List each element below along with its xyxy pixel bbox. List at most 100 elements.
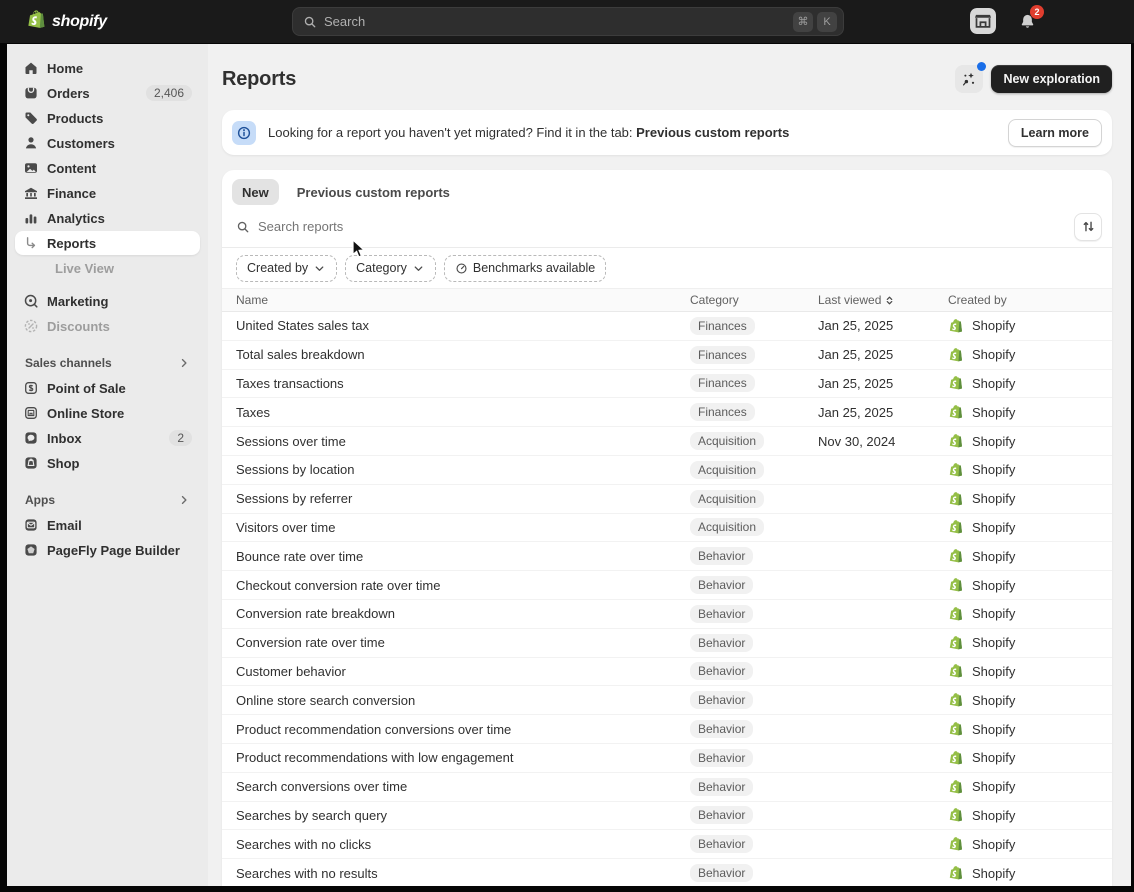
last-viewed-date: Jan 25, 2025 (818, 318, 948, 333)
created-by-cell: Shopify (948, 462, 1112, 478)
table-row[interactable]: Searches with no resultsBehaviorShopify (222, 859, 1112, 886)
notification-badge: 2 (1030, 5, 1044, 19)
table-row[interactable]: Total sales breakdownFinancesJan 25, 202… (222, 341, 1112, 370)
report-name[interactable]: Searches with no clicks (236, 837, 690, 852)
table-row[interactable]: Customer behaviorBehaviorShopify (222, 658, 1112, 687)
category-badge: Finances (690, 403, 755, 421)
sidebar-item-marketing[interactable]: Marketing (15, 289, 200, 313)
shopify-logo[interactable]: shopify (26, 9, 107, 35)
analytics-icon (23, 210, 39, 226)
report-name[interactable]: Search conversions over time (236, 779, 690, 794)
sidebar-item-email[interactable]: Email (15, 513, 200, 537)
table-row[interactable]: Sessions by referrerAcquisitionShopify (222, 485, 1112, 514)
new-exploration-button[interactable]: New exploration (991, 65, 1112, 93)
report-name[interactable]: Searches with no results (236, 866, 690, 881)
report-name[interactable]: Taxes transactions (236, 376, 690, 391)
category-badge: Acquisition (690, 490, 764, 508)
shopify-bag-icon (948, 692, 964, 708)
sidebar-item-online-store[interactable]: Online Store (15, 401, 200, 425)
report-name[interactable]: Visitors over time (236, 520, 690, 535)
main-content: Reports New exploration Looking for a re… (208, 44, 1131, 886)
online-store-icon (23, 405, 39, 421)
report-name[interactable]: Sessions by location (236, 462, 690, 477)
column-category[interactable]: Category (690, 293, 818, 307)
table-row[interactable]: Visitors over timeAcquisitionShopify (222, 514, 1112, 543)
sidebar-item-finance[interactable]: Finance (15, 181, 200, 205)
sidebar-badge: 2 (169, 430, 192, 446)
sidebar-item-shop[interactable]: Shop (15, 451, 200, 475)
table-row[interactable]: Sessions over timeAcquisitionNov 30, 202… (222, 427, 1112, 456)
sidebar-item-content[interactable]: Content (15, 156, 200, 180)
table-row[interactable]: Searches by search queryBehaviorShopify (222, 802, 1112, 831)
category-badge: Behavior (690, 691, 753, 709)
tab-new[interactable]: New (232, 179, 279, 205)
report-name[interactable]: Checkout conversion rate over time (236, 578, 690, 593)
report-name[interactable]: Conversion rate over time (236, 635, 690, 650)
sidebar-item-analytics[interactable]: Analytics (15, 206, 200, 230)
column-last-viewed[interactable]: Last viewed (818, 293, 948, 307)
pos-icon (23, 380, 39, 396)
table-row[interactable]: Online store search conversionBehaviorSh… (222, 686, 1112, 715)
app-window: shopify Search ⌘ K 2 HomeOrders2,406Prod… (0, 0, 1134, 892)
sort-button[interactable] (1074, 213, 1102, 241)
report-name[interactable]: Conversion rate breakdown (236, 606, 690, 621)
report-name[interactable]: Bounce rate over time (236, 549, 690, 564)
sidebar-item-home[interactable]: Home (15, 56, 200, 80)
created-by-cell: Shopify (948, 548, 1112, 564)
report-name[interactable]: Sessions over time (236, 434, 690, 449)
table-row[interactable]: Conversion rate over timeBehaviorShopify (222, 629, 1112, 658)
category-badge: Behavior (690, 605, 753, 623)
category-badge: Finances (690, 374, 755, 392)
report-name[interactable]: Product recommendation conversions over … (236, 722, 690, 737)
sidebar-item-products[interactable]: Products (15, 106, 200, 130)
table-row[interactable]: Checkout conversion rate over timeBehavi… (222, 571, 1112, 600)
exploration-icon-button[interactable] (955, 65, 983, 93)
sidebar-item-point-of-sale[interactable]: Point of Sale (15, 376, 200, 400)
discounts-icon (23, 318, 39, 334)
column-name[interactable]: Name (236, 293, 690, 307)
column-created-by[interactable]: Created by (948, 293, 1112, 307)
sidebar-item-pagefly-page-builder[interactable]: PageFly Page Builder (15, 538, 200, 562)
learn-more-button[interactable]: Learn more (1008, 119, 1102, 147)
table-row[interactable]: Taxes transactionsFinancesJan 25, 2025Sh… (222, 370, 1112, 399)
table-row[interactable]: United States sales taxFinancesJan 25, 2… (222, 312, 1112, 341)
report-name[interactable]: Total sales breakdown (236, 347, 690, 362)
filter-chip-created-by[interactable]: Created by (236, 255, 337, 282)
sidebar-item-inbox[interactable]: Inbox2 (15, 426, 200, 450)
shopify-bag-icon (948, 433, 964, 449)
sidebar-item-orders[interactable]: Orders2,406 (15, 81, 200, 105)
table-row[interactable]: Product recommendations with low engagem… (222, 744, 1112, 773)
shopify-bag-icon (948, 347, 964, 363)
table-row[interactable]: TaxesFinancesJan 25, 2025Shopify (222, 398, 1112, 427)
table-row[interactable]: Conversion rate breakdownBehaviorShopify (222, 600, 1112, 629)
sidebar-item-reports[interactable]: Reports (15, 231, 200, 255)
report-name[interactable]: Online store search conversion (236, 693, 690, 708)
sidebar-section-apps[interactable]: Apps (15, 488, 200, 512)
filter-chip-category[interactable]: Category (345, 255, 436, 282)
table-row[interactable]: Product recommendation conversions over … (222, 715, 1112, 744)
report-name[interactable]: Customer behavior (236, 664, 690, 679)
report-name[interactable]: Searches by search query (236, 808, 690, 823)
category-badge: Behavior (690, 720, 753, 738)
notifications-button[interactable]: 2 (1014, 8, 1040, 34)
store-avatar[interactable] (970, 8, 996, 34)
tab-previous-custom-reports[interactable]: Previous custom reports (287, 179, 460, 205)
shopify-bag-icon (948, 635, 964, 651)
category-badge: Behavior (690, 662, 753, 680)
chevron-down-icon (412, 262, 425, 275)
global-search-input[interactable]: Search ⌘ K (292, 7, 844, 36)
report-name[interactable]: Sessions by referrer (236, 491, 690, 506)
sidebar-section-sales-channels[interactable]: Sales channels (15, 351, 200, 375)
table-row[interactable]: Sessions by locationAcquisitionShopify (222, 456, 1112, 485)
sidebar-item-customers[interactable]: Customers (15, 131, 200, 155)
report-name[interactable]: United States sales tax (236, 318, 690, 333)
reports-card: New Previous custom reports Search repor… (222, 170, 1112, 886)
report-search-input[interactable]: Search reports (222, 206, 1112, 248)
table-row[interactable]: Bounce rate over timeBehaviorShopify (222, 542, 1112, 571)
report-name[interactable]: Taxes (236, 405, 690, 420)
table-row[interactable]: Searches with no clicksBehaviorShopify (222, 830, 1112, 859)
table-body: United States sales tax Finances Jan 25, 2… (222, 312, 1112, 886)
table-row[interactable]: Search conversions over timeBehaviorShop… (222, 773, 1112, 802)
filter-chip-benchmarks-available[interactable]: Benchmarks available (444, 255, 606, 282)
report-name[interactable]: Product recommendations with low engagem… (236, 750, 690, 765)
